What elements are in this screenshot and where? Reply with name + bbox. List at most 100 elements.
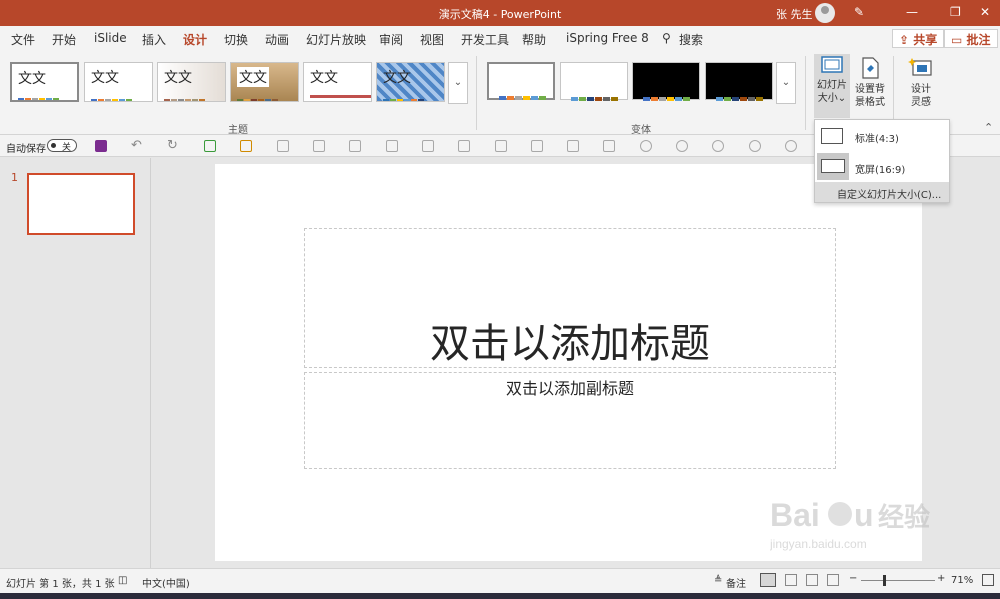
tab-home[interactable]: 开始: [52, 31, 76, 48]
accessibility-icon[interactable]: ◫: [118, 575, 127, 586]
chevron-down-icon: ⌄: [837, 93, 847, 104]
redo-icon[interactable]: ↻: [167, 138, 178, 153]
theme-sample-text: 文文: [18, 71, 46, 87]
align-center-icon[interactable]: [386, 140, 398, 152]
variant-1[interactable]: [487, 62, 555, 100]
notes-button[interactable]: 备注: [726, 575, 746, 590]
design-ideas-line1: 设计: [911, 84, 931, 95]
distribute-vertical-icon[interactable]: [603, 140, 615, 152]
zoom-slider[interactable]: [861, 580, 935, 581]
select-icon[interactable]: [240, 140, 252, 152]
minimize-icon[interactable]: —: [906, 5, 918, 19]
collapse-ribbon-icon[interactable]: ⌃: [984, 121, 993, 134]
save-icon[interactable]: [95, 140, 107, 152]
variant-3[interactable]: [632, 62, 700, 101]
shape-fragment-icon[interactable]: [712, 140, 724, 152]
slides-pane: 1: [0, 158, 151, 568]
slide-thumbnail[interactable]: [27, 173, 135, 235]
theme-4[interactable]: 文文: [230, 62, 299, 102]
align-right-icon[interactable]: [422, 140, 434, 152]
theme-sample-text: 文文: [310, 70, 338, 86]
ungroup-icon[interactable]: [313, 140, 325, 152]
taskbar-strip: [0, 593, 1000, 599]
format-background-icon: [862, 57, 879, 79]
fit-to-window-icon[interactable]: [982, 574, 994, 586]
tab-design[interactable]: 设计: [183, 31, 208, 52]
undo-icon[interactable]: ↶: [131, 138, 142, 153]
align-middle-icon[interactable]: [495, 140, 507, 152]
theme-5[interactable]: 文文: [303, 62, 372, 102]
slideshow-icon[interactable]: [827, 574, 839, 586]
tab-view[interactable]: 视图: [420, 31, 444, 48]
shape-combine-icon[interactable]: [676, 140, 688, 152]
title-placeholder-text: 双击以添加标题: [430, 321, 710, 367]
restore-icon[interactable]: ❐: [950, 5, 961, 19]
menu-item-standard[interactable]: 标准(4:3): [815, 122, 949, 150]
subtitle-placeholder[interactable]: 双击以添加副标题: [304, 372, 836, 469]
standard-ratio-icon: [821, 128, 843, 144]
slide-sorter-icon[interactable]: [785, 574, 797, 586]
theme-3[interactable]: 文文: [157, 62, 226, 102]
variant-2[interactable]: [560, 62, 628, 101]
tab-slideshow[interactable]: 幻灯片放映: [306, 31, 366, 48]
autosave-toggle[interactable]: 关: [47, 139, 77, 153]
zoom-slider-thumb[interactable]: [883, 575, 886, 586]
menu-item-custom-size[interactable]: 自定义幻灯片大小(C)...: [815, 182, 949, 202]
theme-6[interactable]: 文文: [376, 62, 445, 102]
distribute-horizontal-icon[interactable]: [567, 140, 579, 152]
svg-text:经验: 经验: [878, 502, 930, 533]
zoom-in-icon[interactable]: +: [937, 573, 945, 584]
avatar[interactable]: [815, 3, 835, 23]
normal-view-icon[interactable]: [760, 573, 776, 587]
user-name[interactable]: 张 先生: [776, 6, 813, 22]
format-background-button[interactable]: 设置背 景格式: [853, 56, 887, 109]
language[interactable]: 中文(中国): [142, 575, 190, 590]
tab-developer[interactable]: 开发工具: [461, 31, 509, 48]
align-bottom-icon[interactable]: [531, 140, 543, 152]
notes-icon[interactable]: ≜: [714, 575, 722, 586]
menu-item-custom-size-label: 自定义幻灯片大小(C)...: [837, 190, 942, 201]
tab-insert[interactable]: 插入: [142, 31, 166, 48]
separator: [476, 56, 477, 130]
tab-help[interactable]: 帮助: [522, 31, 546, 48]
share-button[interactable]: ⇪ 共享: [892, 29, 945, 48]
tab-transitions[interactable]: 切换: [224, 31, 248, 48]
baidu-watermark: Bai u 经验 jingyan.baidu.com: [770, 497, 930, 551]
reading-view-icon[interactable]: [806, 574, 818, 586]
zoom-out-icon[interactable]: −: [849, 573, 857, 584]
slide-size-line2: 大小: [817, 93, 838, 104]
theme-2[interactable]: 文文: [84, 62, 153, 102]
align-top-icon[interactable]: [458, 140, 470, 152]
tab-review[interactable]: 审阅: [379, 31, 403, 48]
search-label[interactable]: 搜索: [679, 31, 703, 48]
theme-sample-text: 文文: [383, 70, 411, 86]
shape-union-icon[interactable]: [640, 140, 652, 152]
design-ideas-button[interactable]: 设计 灵感: [903, 56, 939, 109]
menu-item-standard-label: 标准(4:3): [855, 134, 899, 145]
shape-subtract-icon[interactable]: [785, 140, 797, 152]
slide-size-line1: 幻灯片: [817, 80, 847, 91]
theme-office[interactable]: 文文: [10, 62, 79, 102]
themes-more-button[interactable]: ⌄: [448, 62, 468, 104]
subtitle-placeholder-text: 双击以添加副标题: [505, 379, 634, 398]
close-icon[interactable]: ✕: [980, 5, 990, 19]
autosave-label: 自动保存: [6, 144, 46, 155]
tab-islide[interactable]: iSlide: [94, 31, 127, 45]
tab-animations[interactable]: 动画: [265, 31, 289, 48]
variant-4[interactable]: [705, 62, 773, 101]
search-icon[interactable]: ⚲: [662, 31, 671, 45]
title-placeholder[interactable]: 双击以添加标题: [304, 228, 836, 368]
ruler-icon[interactable]: [204, 140, 216, 152]
menu-item-widescreen-label: 宽屏(16:9): [855, 165, 906, 176]
tab-file[interactable]: 文件: [11, 31, 35, 48]
align-left-icon[interactable]: [349, 140, 361, 152]
menu-item-widescreen[interactable]: 宽屏(16:9): [815, 152, 949, 180]
comments-button[interactable]: ▭ 批注: [944, 29, 998, 48]
slide-size-button[interactable]: 幻灯片 大小⌄: [814, 54, 850, 118]
tab-ispring[interactable]: iSpring Free 8: [566, 31, 649, 45]
shape-intersect-icon[interactable]: [749, 140, 761, 152]
variants-more-button[interactable]: ⌄: [776, 62, 796, 104]
pen-icon[interactable]: ✎: [854, 5, 864, 19]
zoom-level[interactable]: 71%: [951, 575, 973, 586]
group-icon[interactable]: [277, 140, 289, 152]
